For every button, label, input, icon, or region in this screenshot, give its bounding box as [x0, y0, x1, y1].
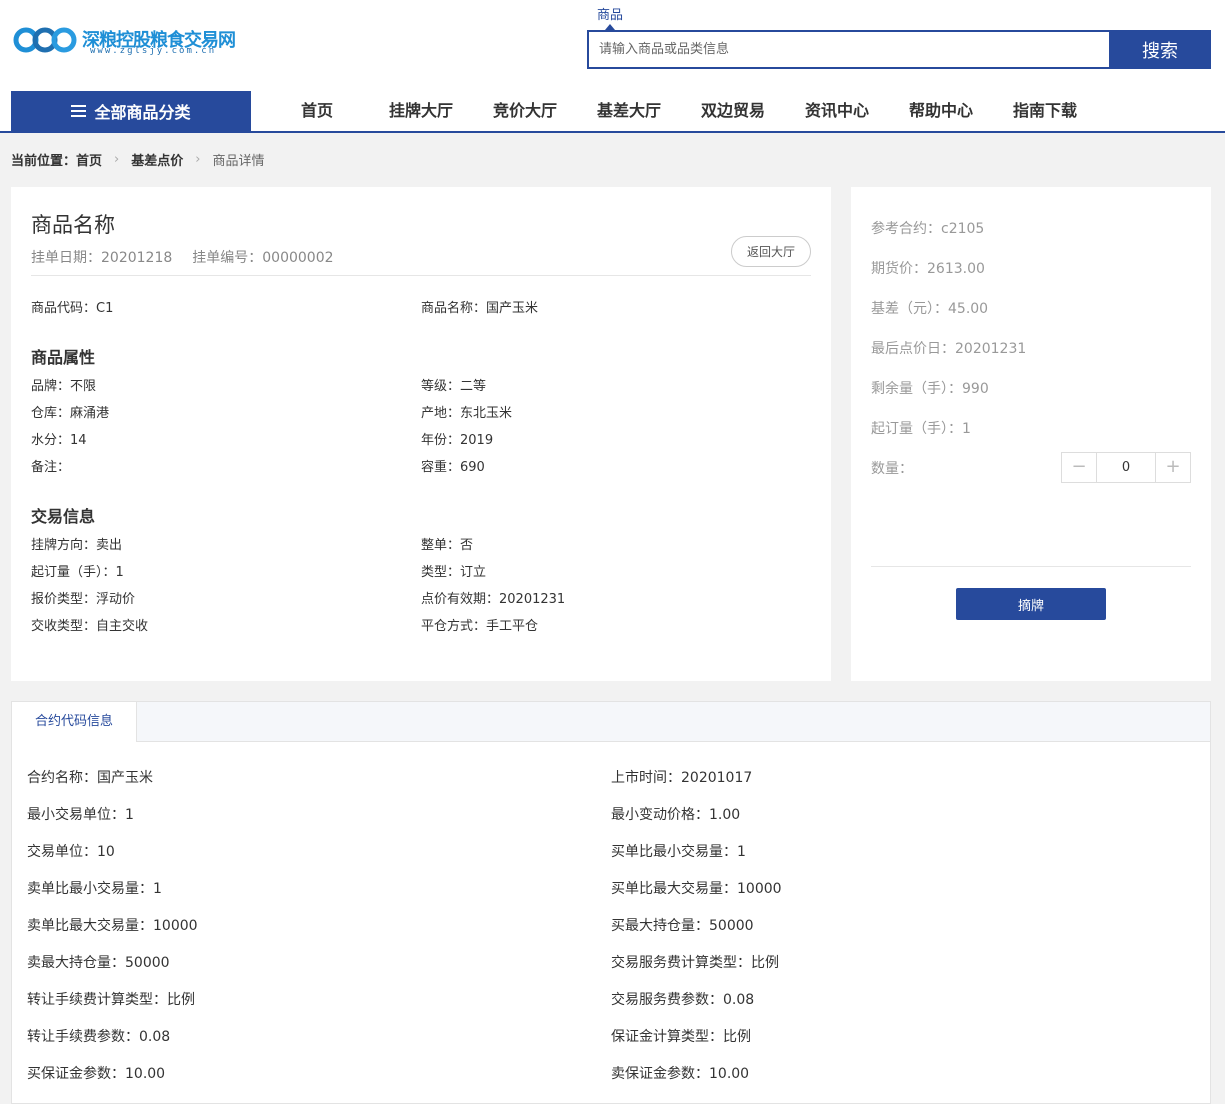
- all-categories-label: 全部商品分类: [94, 103, 191, 122]
- logo-url: www.zglsjy.com.cn: [90, 46, 217, 56]
- contract-left-field: 卖单比最大交易量：10000: [27, 918, 198, 934]
- contract-left-field: 最小交易单位：1: [27, 807, 134, 823]
- trade-info-heading: 交易信息: [31, 507, 96, 526]
- contract-left-field: 卖最大持仓量：50000: [27, 955, 170, 971]
- contract-right-field: 买单比最小交易量：1: [611, 844, 746, 860]
- trade-pricing-valid: 点价有效期：20201231: [421, 592, 566, 607]
- search-input[interactable]: [587, 30, 1111, 69]
- trade-quote-type: 报价类型：浮动价: [31, 592, 136, 607]
- order-panel: 参考合约：c2105 期货价：2613.00 基差（元）：45.00 最后点价日…: [851, 187, 1211, 681]
- contract-right-field: 买最大持仓量：50000: [611, 918, 754, 934]
- nav-links: 首页 挂牌大厅 竞价大厅 基差大厅 双边贸易 资讯中心 帮助中心 指南下载: [265, 90, 1097, 131]
- page-title: 商品名称: [31, 213, 115, 237]
- search-button[interactable]: 搜索: [1109, 30, 1211, 69]
- site-header: 深粮控股粮食交易网 www.zglsjy.com.cn 商品 搜索: [0, 0, 1225, 90]
- minus-icon[interactable]: −: [1062, 453, 1096, 482]
- quantity-label: 数量：: [871, 461, 913, 477]
- product-name: 商品名称：国产玉米: [421, 301, 539, 316]
- listing-number: 挂单编号：00000002: [192, 250, 334, 266]
- breadcrumb-current: 商品详情: [212, 154, 265, 169]
- breadcrumb-home[interactable]: 首页: [76, 150, 102, 169]
- contract-left-field: 转让手续费计算类型：比例: [27, 992, 195, 1008]
- attr-remark: 备注：: [31, 460, 71, 475]
- breadcrumb-prefix: 当前位置：: [11, 154, 77, 169]
- attr-year: 年份：2019: [421, 433, 494, 448]
- nav-item-news[interactable]: 资讯中心: [785, 90, 889, 131]
- contract-right-field: 交易服务费计算类型：比例: [611, 955, 779, 971]
- back-to-hall-button[interactable]: 返回大厅: [731, 236, 811, 267]
- listing-meta: 挂单日期：20201218 挂单编号：00000002: [31, 247, 334, 267]
- attr-grade: 等级：二等: [421, 379, 487, 394]
- min-order-qty: 起订量（手）：1: [871, 421, 971, 437]
- tab-contract-info[interactable]: 合约代码信息: [12, 702, 137, 742]
- logo-mark-icon: [13, 27, 77, 53]
- delist-button[interactable]: 摘牌: [956, 588, 1106, 620]
- basis-value: 基差（元）：45.00: [871, 301, 989, 317]
- contract-left-field: 合约名称：国产玉米: [27, 770, 153, 786]
- product-detail-card: 商品名称 挂单日期：20201218 挂单编号：00000002 返回大厅 商品…: [11, 187, 831, 681]
- trade-direction: 挂牌方向：卖出: [31, 538, 123, 553]
- attributes-heading: 商品属性: [31, 348, 96, 367]
- trade-min-order: 起订量（手）：1: [31, 565, 124, 580]
- trade-whole-order: 整单：否: [421, 538, 474, 553]
- chevron-right-icon: ›: [195, 152, 201, 167]
- contract-right-field: 买单比最大交易量：10000: [611, 881, 782, 897]
- contract-right-field: 上市时间：20201017: [611, 770, 753, 786]
- contract-info-card: 合约代码信息 合约名称：国产玉米 最小交易单位：1 交易单位：10 卖单比最小交…: [11, 701, 1211, 1104]
- ref-contract: 参考合约：c2105: [871, 221, 985, 237]
- contract-left-field: 交易单位：10: [27, 844, 115, 860]
- nav-item-bilateral-trade[interactable]: 双边贸易: [681, 90, 785, 131]
- trade-close-method: 平仓方式：手工平仓: [421, 619, 539, 634]
- remaining-qty: 剩余量（手）：990: [871, 381, 989, 397]
- attr-moisture: 水分：14: [31, 433, 87, 448]
- trade-type: 类型：订立: [421, 565, 487, 580]
- attr-density: 容重：690: [421, 460, 485, 475]
- last-pricing-day: 最后点价日：20201231: [871, 341, 1027, 357]
- nav-item-basis-hall[interactable]: 基差大厅: [577, 90, 681, 131]
- breadcrumb-basis-pricing[interactable]: 基差点价: [131, 150, 183, 169]
- contract-right-field: 交易服务费参数：0.08: [611, 992, 755, 1008]
- contract-right-field: 卖保证金参数：10.00: [611, 1066, 750, 1082]
- tab-bar: 合约代码信息: [12, 702, 1210, 742]
- attr-brand: 品牌：不限: [31, 379, 97, 394]
- nav-item-help[interactable]: 帮助中心: [889, 90, 993, 131]
- attr-origin: 产地：东北玉米: [421, 406, 513, 421]
- quantity-input[interactable]: 0: [1096, 453, 1156, 482]
- divider: [871, 566, 1191, 567]
- nav-item-listing-hall[interactable]: 挂牌大厅: [369, 90, 473, 131]
- contract-right-field: 最小变动价格：1.00: [611, 807, 741, 823]
- nav-item-guide-download[interactable]: 指南下载: [993, 90, 1097, 131]
- nav-item-bidding-hall[interactable]: 竞价大厅: [473, 90, 577, 131]
- attr-warehouse: 仓库：麻涌港: [31, 406, 110, 421]
- listing-date: 挂单日期：20201218: [31, 250, 173, 266]
- contract-right-field: 保证金计算类型：比例: [611, 1029, 751, 1045]
- product-code: 商品代码：C1: [31, 301, 114, 316]
- menu-list-icon: [71, 105, 87, 117]
- contract-left-field: 买保证金参数：10.00: [27, 1066, 166, 1082]
- trade-delivery-type: 交收类型：自主交收: [31, 619, 149, 634]
- contract-left-field: 卖单比最小交易量：1: [27, 881, 162, 897]
- chevron-right-icon: ›: [114, 152, 120, 167]
- plus-icon[interactable]: +: [1156, 453, 1190, 482]
- breadcrumb: 当前位置： 首页 › 基差点价 › 商品详情: [11, 150, 264, 169]
- nav-item-home[interactable]: 首页: [265, 90, 369, 131]
- search-tab-goods[interactable]: 商品: [597, 4, 623, 23]
- main-nav: 全部商品分类 首页 挂牌大厅 竞价大厅 基差大厅 双边贸易 资讯中心 帮助中心 …: [0, 90, 1225, 133]
- contract-left-field: 转让手续费参数：0.08: [27, 1029, 171, 1045]
- quantity-stepper: − 0 +: [1061, 452, 1191, 483]
- divider: [31, 275, 811, 276]
- site-logo[interactable]: 深粮控股粮食交易网 www.zglsjy.com.cn: [12, 24, 236, 60]
- all-categories-button[interactable]: 全部商品分类: [11, 91, 251, 131]
- futures-price: 期货价：2613.00: [871, 261, 985, 277]
